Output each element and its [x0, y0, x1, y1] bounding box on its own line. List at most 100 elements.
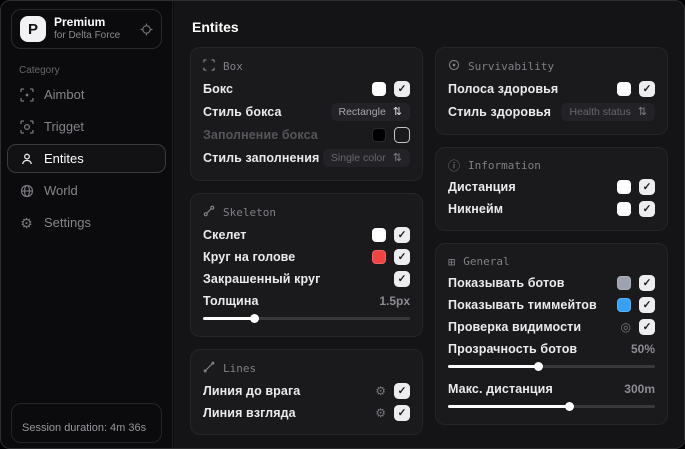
slider-value: 1.5px	[379, 293, 410, 308]
section-title: Survivability	[468, 60, 555, 73]
section-title: Skeleton	[223, 206, 276, 219]
bone-icon	[203, 205, 215, 220]
select-arrows-icon: ⇅	[637, 105, 647, 118]
checkbox[interactable]: ✓	[394, 405, 410, 421]
bot-opacity-slider[interactable]	[448, 362, 655, 371]
setting-label: Показывать тиммейтов	[448, 298, 597, 312]
sidebar-item-world[interactable]: World	[7, 176, 166, 205]
brand-text: Premium for Delta Force	[54, 15, 132, 42]
slider-value: 300m	[624, 381, 655, 396]
color-swatch[interactable]	[617, 276, 631, 290]
checkbox[interactable]: ✓	[394, 249, 410, 265]
information-card: ⓘ Information Дистанция ✓ Никнейм ✓	[435, 147, 668, 231]
setting-row: Бокс ✓	[203, 78, 410, 100]
brand-card: P Premium for Delta Force	[11, 9, 162, 49]
setting-row: Показывать ботов ✓	[448, 272, 655, 294]
setting-label: Дистанция	[448, 180, 516, 194]
setting-row: Толщина 1.5px	[203, 290, 410, 311]
thickness-slider[interactable]	[203, 314, 410, 323]
setting-label: Макс. дистанция	[448, 381, 553, 396]
main-content: Entites Box Бокс ✓ Стиль бокса Rectangle…	[174, 1, 684, 448]
check-icon: ✓	[642, 321, 652, 333]
setting-row: Макс. дистанция 300m	[448, 378, 655, 399]
sidebar-item-label: Aimbot	[44, 87, 85, 102]
crosshair-icon[interactable]	[140, 22, 153, 36]
box-style-select[interactable]: Rectangle ⇅	[330, 103, 410, 121]
color-swatch[interactable]	[617, 202, 631, 216]
setting-row: Стиль бокса Rectangle ⇅	[203, 100, 410, 124]
grid-icon: ⊞	[448, 254, 456, 269]
slider-thumb[interactable]	[534, 362, 544, 371]
sidebar: P Premium for Delta Force Category Aimbo…	[1, 1, 173, 448]
checkbox[interactable]	[394, 127, 410, 143]
left-column: Box Бокс ✓ Стиль бокса Rectangle ⇅ Запол…	[190, 47, 423, 435]
trigger-target-icon	[19, 119, 34, 134]
brand-name: Premium	[54, 15, 106, 30]
setting-row: Показывать тиммейтов ✓	[448, 294, 655, 316]
line-icon	[203, 361, 215, 376]
checkbox[interactable]: ✓	[639, 297, 655, 313]
color-swatch[interactable]	[372, 128, 386, 142]
checkbox[interactable]: ✓	[394, 271, 410, 287]
setting-row: Скелет ✓	[203, 224, 410, 246]
color-swatch[interactable]	[372, 250, 386, 264]
setting-row: Никнейм ✓	[448, 198, 655, 220]
sidebar-item-aimbot[interactable]: Aimbot	[7, 80, 166, 109]
slider-thumb[interactable]	[249, 314, 259, 323]
check-icon: ✓	[642, 181, 652, 193]
color-swatch[interactable]	[617, 298, 631, 312]
checkbox[interactable]: ✓	[639, 275, 655, 291]
slider-thumb[interactable]	[565, 402, 575, 411]
survivability-card: Survivability Полоса здоровья ✓ Стиль зд…	[435, 47, 668, 135]
setting-label: Бокс	[203, 82, 234, 96]
setting-row: Стиль заполнения Single color ⇅	[203, 146, 410, 170]
setting-row: Линия взгляда ⚙ ✓	[203, 402, 410, 424]
setting-row: Проверка видимости ◎ ✓	[448, 316, 655, 338]
color-swatch[interactable]	[617, 180, 631, 194]
checkbox[interactable]: ✓	[639, 319, 655, 335]
sidebar-item-trigget[interactable]: Trigget	[7, 112, 166, 141]
entities-person-icon	[19, 152, 34, 166]
category-label: Category	[19, 65, 60, 76]
aimbot-crosshair-icon	[19, 87, 34, 102]
line-settings-gear-icon[interactable]: ⚙	[375, 407, 386, 419]
slider-fill	[448, 362, 544, 371]
color-swatch[interactable]	[372, 228, 386, 242]
check-icon: ✓	[642, 83, 652, 95]
information-card-header: ⓘ Information	[448, 159, 655, 172]
checkbox[interactable]: ✓	[639, 179, 655, 195]
check-icon: ✓	[397, 273, 407, 285]
setting-row: Прозрачность ботов 50%	[448, 338, 655, 359]
health-style-select[interactable]: Health status ⇅	[561, 103, 655, 121]
select-value: Single color	[330, 152, 386, 164]
setting-label: Заполнение бокса	[203, 128, 318, 142]
fill-style-select[interactable]: Single color ⇅	[322, 149, 410, 167]
color-swatch[interactable]	[372, 82, 386, 96]
checkbox[interactable]: ✓	[639, 81, 655, 97]
slider-fill	[448, 402, 575, 411]
max-distance-slider[interactable]	[448, 402, 655, 411]
setting-row: Линия до врага ⚙ ✓	[203, 380, 410, 402]
check-icon: ✓	[397, 229, 407, 241]
globe-icon	[19, 184, 34, 198]
info-icon: ⓘ	[448, 158, 461, 173]
section-title: Information	[468, 159, 541, 172]
setting-label: Круг на голове	[203, 250, 296, 264]
checkbox[interactable]: ✓	[394, 227, 410, 243]
check-icon: ✓	[642, 277, 652, 289]
checkbox[interactable]: ✓	[639, 201, 655, 217]
lines-card-header: Lines	[203, 361, 410, 376]
box-card-header: Box	[203, 59, 410, 74]
setting-label: Стиль бокса	[203, 105, 282, 119]
check-icon: ✓	[397, 83, 407, 95]
sidebar-item-settings[interactable]: ⚙ Settings	[7, 208, 166, 237]
sidebar-item-entites[interactable]: Entites	[7, 144, 166, 173]
line-settings-gear-icon[interactable]: ⚙	[375, 385, 386, 397]
checkbox[interactable]: ✓	[394, 81, 410, 97]
checkbox[interactable]: ✓	[394, 383, 410, 399]
slider-value: 50%	[630, 341, 655, 356]
color-swatch[interactable]	[617, 82, 631, 96]
check-icon: ✓	[642, 299, 652, 311]
box-card: Box Бокс ✓ Стиль бокса Rectangle ⇅ Запол…	[190, 47, 423, 181]
visibility-icon[interactable]: ◎	[621, 321, 631, 333]
